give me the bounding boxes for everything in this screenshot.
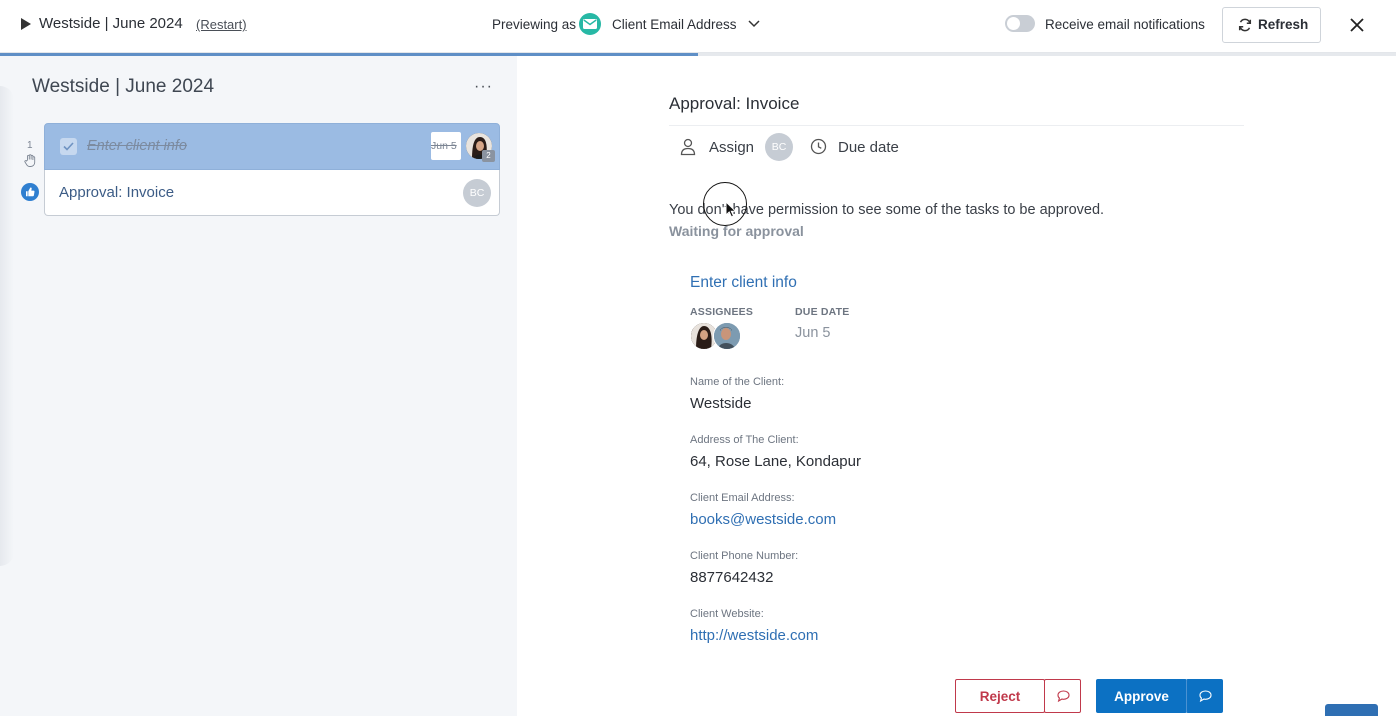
cursor-icon: [725, 200, 737, 223]
help-widget-tab[interactable]: [1325, 704, 1378, 716]
due-date-heading: DUE DATE: [795, 306, 850, 318]
field-label-client-phone: Client Phone Number:: [690, 550, 799, 562]
top-bar: Westside | June 2024 (Restart) Previewin…: [0, 0, 1396, 53]
thumbs-up-icon: [21, 183, 39, 201]
close-icon[interactable]: [1346, 14, 1368, 36]
checklist-sidebar: Westside | June 2024 ··· 1 Enter client …: [0, 56, 517, 716]
field-label-client-name: Name of the Client:: [690, 376, 785, 388]
email-notifications-label: Receive email notifications: [1045, 17, 1205, 32]
subtask-due-date: Jun 5: [795, 325, 831, 341]
due-date-chip[interactable]: Jun 5: [431, 132, 461, 160]
approve-button[interactable]: Approve: [1096, 679, 1187, 713]
email-notifications-toggle[interactable]: [1005, 15, 1035, 32]
field-value-client-name: Westside: [690, 395, 752, 412]
field-value-client-website[interactable]: http://westside.com: [690, 627, 818, 644]
panel-edge: [0, 86, 14, 566]
task-number: 1: [27, 140, 33, 151]
reject-comment-button[interactable]: [1044, 679, 1081, 713]
play-icon[interactable]: [21, 18, 31, 30]
comment-icon: [1199, 690, 1212, 702]
assign-button[interactable]: Assign: [709, 139, 754, 156]
reject-button[interactable]: Reject: [955, 679, 1045, 713]
more-icon[interactable]: ···: [474, 78, 493, 96]
field-value-client-email[interactable]: books@westside.com: [690, 511, 836, 528]
divider: [669, 125, 1244, 126]
comment-icon: [1057, 690, 1070, 702]
task-list: Enter client info Jun 5 2 Approval: Invo…: [44, 123, 500, 216]
user-icon[interactable]: [680, 138, 696, 161]
email-icon: [579, 13, 601, 35]
assignees-heading: ASSIGNEES: [690, 306, 754, 318]
due-date-text: Jun 5: [431, 140, 457, 152]
clock-icon[interactable]: [810, 138, 827, 160]
field-value-client-address: 64, Rose Lane, Kondapur: [690, 453, 861, 470]
field-label-client-website: Client Website:: [690, 608, 764, 620]
field-label-client-address: Address of The Client:: [690, 434, 799, 446]
preview-role-select[interactable]: Client Email Address: [612, 17, 737, 32]
refresh-label: Refresh: [1258, 17, 1309, 32]
task-detail-panel: Approval: Invoice Assign BC Due date You…: [517, 56, 1396, 716]
detail-title: Approval: Invoice: [669, 94, 800, 113]
approve-comment-button[interactable]: [1186, 679, 1223, 713]
refresh-button[interactable]: Refresh: [1222, 7, 1321, 43]
sidebar-title: Westside | June 2024: [32, 76, 215, 97]
checkbox-icon[interactable]: [60, 138, 77, 155]
avatar[interactable]: BC: [765, 133, 793, 161]
refresh-icon: [1238, 18, 1252, 32]
run-title: Westside | June 2024: [39, 15, 183, 32]
hand-icon[interactable]: [24, 154, 36, 172]
restart-link[interactable]: (Restart): [196, 17, 247, 32]
field-label-client-email: Client Email Address:: [690, 492, 795, 504]
task-label: Enter client info: [87, 138, 187, 154]
chevron-down-icon[interactable]: [746, 15, 762, 36]
approval-status: Waiting for approval: [669, 223, 804, 239]
due-date-button[interactable]: Due date: [838, 139, 899, 156]
subtask-title-link[interactable]: Enter client info: [690, 274, 797, 292]
avatar[interactable]: BC: [463, 179, 491, 207]
task-item-approval-invoice[interactable]: Approval: Invoice BC: [44, 170, 500, 216]
task-item-enter-client-info[interactable]: Enter client info Jun 5 2: [44, 123, 500, 170]
task-label: Approval: Invoice: [59, 184, 175, 201]
field-value-client-phone: 8877642432: [690, 569, 774, 586]
previewing-as-label: Previewing as: [492, 17, 577, 32]
assignee-count-badge: 2: [482, 150, 495, 162]
avatar[interactable]: [713, 322, 741, 350]
